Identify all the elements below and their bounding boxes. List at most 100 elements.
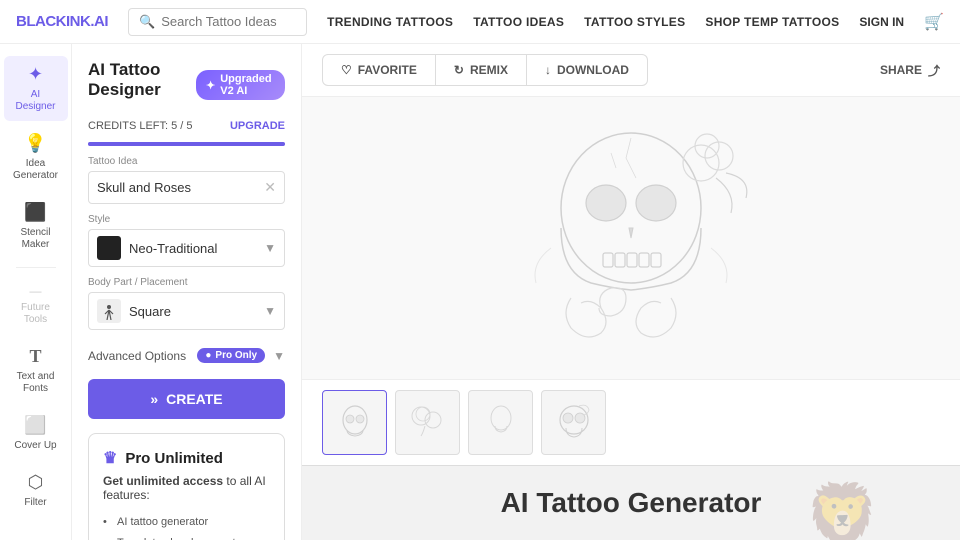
ai-designer-icon: ✦	[28, 64, 43, 85]
bottom-section: AI Tattoo Generator 🦁	[302, 465, 960, 540]
nav-ideas[interactable]: TATTOO IDEAS	[473, 15, 564, 29]
pro-features-list: AI tattoo generator Templates by placeme…	[103, 512, 270, 540]
thumbnail-3[interactable]	[468, 390, 533, 455]
placement-label: Body Part / Placement	[88, 277, 285, 288]
sidebar-item-ai-designer[interactable]: ✦ AI Designer	[4, 56, 68, 121]
thumbnail-2[interactable]	[395, 390, 460, 455]
logo-text: BLACKINK	[16, 13, 90, 30]
remix-button[interactable]: ↻ REMIX	[436, 54, 527, 86]
sidebar-item-idea-generator[interactable]: 💡 Idea Generator	[4, 125, 68, 190]
clear-icon[interactable]: ✕	[264, 179, 276, 196]
placement-chevron-icon: ▼	[264, 304, 276, 318]
cover-up-icon: ⬜	[24, 415, 46, 436]
share-button[interactable]: SHARE ⤴	[880, 62, 940, 79]
sparkle-icon: ✦	[206, 79, 215, 92]
style-field-group: Style Neo-Traditional ▼	[88, 214, 285, 267]
sidebar-item-filter[interactable]: ⬡ Filter	[4, 464, 68, 517]
content: AI Tattoo Designer ✦ Upgraded V2 AI CRED…	[72, 44, 960, 540]
favorite-button[interactable]: ♡ FAVORITE	[322, 54, 436, 86]
style-selector[interactable]: Neo-Traditional ▼	[88, 229, 285, 267]
search-bar[interactable]: 🔍	[128, 8, 307, 36]
placement-left: Square	[97, 299, 171, 323]
left-panel: AI Tattoo Designer ✦ Upgraded V2 AI CRED…	[72, 44, 302, 540]
nav-styles[interactable]: TATTOO STYLES	[584, 15, 685, 29]
tattoo-idea-field-group: Tattoo Idea ✕	[88, 156, 285, 204]
feature-2: Templates by placement (sleeves, body pa…	[103, 533, 270, 540]
style-label: Style	[88, 214, 285, 225]
sidebar-label-text-fonts: Text and Fonts	[10, 371, 62, 395]
sidebar-label-ai-designer: AI Designer	[10, 89, 62, 113]
sign-in-button[interactable]: SIGN IN	[859, 15, 904, 29]
bottom-title: AI Tattoo Generator	[501, 487, 762, 519]
upgrade-link[interactable]: UPGRADE	[230, 120, 285, 132]
pro-subtitle: Get unlimited access to all AI features:	[103, 474, 270, 502]
thumbnail-4[interactable]	[541, 390, 606, 455]
upgrade-badge[interactable]: ✦ Upgraded V2 AI	[196, 70, 285, 100]
download-button[interactable]: ↓ DOWNLOAD	[527, 54, 648, 86]
preview-area	[302, 97, 960, 379]
sidebar: ✦ AI Designer 💡 Idea Generator ⬛ Stencil…	[0, 44, 72, 540]
credits-bar-container	[88, 142, 285, 146]
share-label: SHARE	[880, 63, 922, 77]
placement-field-group: Body Part / Placement Square ▼	[88, 277, 285, 330]
main-layout: ✦ AI Designer 💡 Idea Generator ⬛ Stencil…	[0, 44, 960, 540]
search-input[interactable]	[161, 14, 296, 29]
credits-bar	[88, 142, 285, 146]
advanced-options-label: Advanced Options	[88, 349, 186, 363]
action-bar: ♡ FAVORITE ↻ REMIX ↓ DOWNLOAD SHARE ⤴	[302, 44, 960, 97]
create-button[interactable]: » CREATE	[88, 379, 285, 419]
nav-links: TRENDING TATTOOS TATTOO IDEAS TATTOO STY…	[327, 12, 944, 32]
sidebar-item-cover-up[interactable]: ⬜ Cover Up	[4, 407, 68, 460]
placement-selector[interactable]: Square ▼	[88, 292, 285, 330]
favorite-label: FAVORITE	[358, 63, 417, 77]
sidebar-item-future-tools: — Future Tools	[4, 276, 68, 334]
style-swatch	[97, 236, 121, 260]
pro-unlimited-box: ♛ Pro Unlimited Get unlimited access to …	[88, 433, 285, 540]
style-name: Neo-Traditional	[129, 241, 217, 256]
nav-trending[interactable]: TRENDING TATTOOS	[327, 15, 453, 29]
download-icon: ↓	[545, 63, 551, 77]
sidebar-item-text-fonts[interactable]: T Text and Fonts	[4, 338, 68, 403]
style-chevron-icon: ▼	[264, 241, 276, 255]
advanced-options-row[interactable]: Advanced Options ● Pro Only ▼	[88, 340, 285, 371]
designer-title: AI Tattoo Designer	[88, 60, 196, 100]
download-label: DOWNLOAD	[557, 63, 629, 77]
style-field-left: Neo-Traditional	[97, 236, 217, 260]
idea-generator-icon: 💡	[24, 133, 46, 154]
thumbnail-1[interactable]	[322, 390, 387, 455]
tattoo-idea-input[interactable]	[97, 180, 264, 195]
tattoo-idea-input-wrapper[interactable]: ✕	[88, 171, 285, 204]
stencil-maker-icon: ⬛	[24, 202, 46, 223]
bottom-bg-decoration: 🦁	[805, 479, 880, 540]
logo: BLACKINK.AI	[16, 13, 108, 30]
pro-title-text: Pro Unlimited	[125, 450, 223, 467]
top-nav: BLACKINK.AI 🔍 TRENDING TATTOOS TATTOO ID…	[0, 0, 960, 44]
pro-box-title: ♛ Pro Unlimited	[103, 448, 270, 468]
cart-icon[interactable]: 🛒	[924, 12, 944, 32]
logo-suffix: .AI	[90, 13, 108, 30]
title-row: AI Tattoo Designer ✦ Upgraded V2 AI	[88, 60, 285, 110]
create-icon: »	[150, 391, 158, 407]
right-panel: ♡ FAVORITE ↻ REMIX ↓ DOWNLOAD SHARE ⤴	[302, 44, 960, 540]
thumbnails-row	[302, 379, 960, 465]
placement-name: Square	[129, 304, 171, 319]
sidebar-divider	[16, 267, 56, 268]
text-fonts-icon: T	[29, 346, 41, 367]
search-icon: 🔍	[139, 14, 155, 30]
placement-icon	[97, 299, 121, 323]
sidebar-item-stencil-maker[interactable]: ⬛ Stencil Maker	[4, 194, 68, 259]
sidebar-label-cover-up: Cover Up	[14, 440, 56, 452]
pro-only-badge: ● Pro Only	[197, 348, 265, 363]
heart-icon: ♡	[341, 63, 352, 77]
sidebar-label-filter: Filter	[24, 497, 46, 509]
advanced-options-right: ● Pro Only ▼	[197, 348, 285, 363]
sidebar-label-future-tools: Future Tools	[10, 302, 62, 326]
feature-1: AI tattoo generator	[103, 512, 270, 533]
remix-icon: ↻	[454, 63, 464, 77]
share-icon: ⤴	[928, 62, 940, 79]
tattoo-idea-label: Tattoo Idea	[88, 156, 285, 167]
nav-shop[interactable]: SHOP TEMP TATTOOS	[705, 15, 839, 29]
remix-label: REMIX	[470, 63, 508, 77]
credits-text: CREDITS LEFT: 5 / 5	[88, 120, 193, 132]
pro-only-label: Pro Only	[215, 350, 257, 361]
